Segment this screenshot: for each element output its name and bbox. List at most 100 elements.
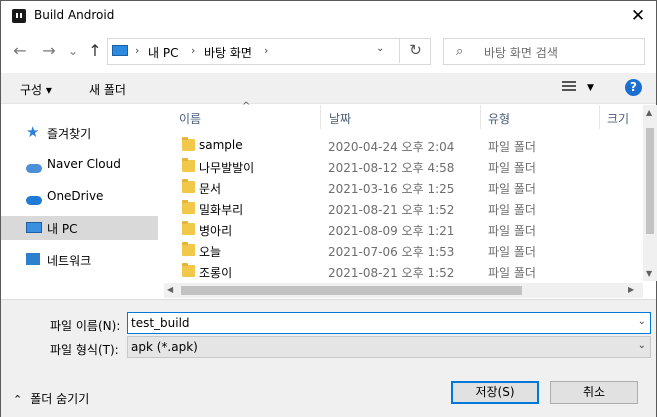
file-date: 2020-04-24 오후 2:04 <box>328 140 455 154</box>
file-row[interactable]: sample 2020-04-24 오후 2:04 파일 폴더 <box>164 135 643 156</box>
column-header-type[interactable]: 유형 <box>488 110 510 127</box>
file-date: 2021-03-16 오후 1:25 <box>328 182 455 196</box>
unity-app-icon <box>12 9 26 23</box>
filename-value: test_build <box>131 316 190 330</box>
chevron-down-icon[interactable]: ⌄ <box>638 340 646 351</box>
file-name: 문서 <box>199 182 222 196</box>
hide-folders-label: 폴더 숨기기 <box>30 392 90 406</box>
file-name: sample <box>199 138 243 152</box>
filetype-select[interactable]: apk (*.apk) ⌄ <box>127 336 651 358</box>
view-options-icon[interactable] <box>562 81 576 93</box>
view-dropdown-icon[interactable]: ▼ <box>587 83 594 93</box>
file-type: 파일 폴더 <box>488 203 536 217</box>
folder-icon <box>182 263 195 277</box>
scroll-right-arrow-icon[interactable]: ▶ <box>628 285 634 294</box>
forward-button[interactable]: → <box>39 41 59 61</box>
column-header-name[interactable]: 이름 <box>179 110 201 127</box>
window-title: Build Android <box>34 8 115 22</box>
back-button[interactable]: ← <box>10 41 30 61</box>
file-name: 조롱이 <box>199 266 233 280</box>
search-input[interactable]: ⌕ 바탕 화면 검색 <box>443 38 645 65</box>
folder-icon <box>182 137 195 151</box>
navigation-pane: ★ 즐겨찾기 Naver Cloud OneDrive 내 PC 네트워크 <box>1 105 158 298</box>
filetype-value: apk (*.apk) <box>131 340 198 354</box>
folder-icon <box>182 179 195 193</box>
file-row[interactable]: 오늘 2021-07-06 오후 1:53 파일 폴더 <box>164 240 643 261</box>
recent-locations-button[interactable]: ⌄ <box>63 41 83 61</box>
folder-icon <box>182 158 195 172</box>
save-dialog: Build Android ✕ ← → ⌄ ↑ › 내 PC › 바탕 화면 ›… <box>0 0 657 417</box>
file-type: 파일 폴더 <box>488 266 536 280</box>
close-button[interactable]: ✕ <box>623 2 653 30</box>
toolbar: 구성 ▾ 새 폴더 ▼ ? <box>1 73 656 104</box>
file-row[interactable]: 밀화부리 2021-08-21 오후 1:52 파일 폴더 <box>164 198 643 219</box>
sort-ascending-icon: ^ <box>242 101 251 112</box>
column-header-date[interactable]: 날짜 <box>329 110 351 127</box>
chevron-down-icon[interactable]: ⌄ <box>376 43 384 54</box>
file-row[interactable]: 문서 2021-03-16 오후 1:25 파일 폴더 <box>164 177 643 198</box>
organize-button[interactable]: 구성 ▾ <box>20 81 52 98</box>
sidebar-item-onedrive[interactable]: OneDrive <box>1 185 158 209</box>
column-header-row: ^ 이름 날짜 유형 크기 <box>164 101 643 129</box>
pc-icon <box>112 45 128 56</box>
help-icon[interactable]: ? <box>625 79 642 96</box>
file-row[interactable]: 병아리 2021-08-09 오후 1:21 파일 폴더 <box>164 219 643 240</box>
vertical-scroll-thumb[interactable] <box>646 128 654 234</box>
chevron-right-icon: › <box>264 44 269 57</box>
file-name: 병아리 <box>199 224 233 238</box>
sidebar-item-network[interactable]: 네트워크 <box>1 248 158 272</box>
file-list: ^ 이름 날짜 유형 크기 sample 2020-04-24 오후 2:04 파일… <box>164 101 643 298</box>
sidebar-item-label: Naver Cloud <box>47 157 121 171</box>
chevron-up-icon: ⌃ <box>13 393 23 406</box>
sidebar-item-label: 내 PC <box>47 222 78 236</box>
refresh-button[interactable]: ↻ <box>399 38 431 63</box>
title-bar: Build Android ✕ <box>1 1 656 32</box>
filetype-label: 파일 형식(T): <box>50 343 119 357</box>
scroll-up-arrow-icon[interactable]: ▲ <box>646 108 652 117</box>
breadcrumb-my-pc[interactable]: 내 PC <box>148 44 178 61</box>
sidebar-item-label: OneDrive <box>47 189 104 203</box>
file-date: 2021-07-06 오후 1:53 <box>328 245 455 259</box>
filename-input[interactable]: test_build ⌄ <box>127 312 651 334</box>
file-row[interactable]: 조롱이 2021-08-21 오후 1:52 파일 폴더 <box>164 261 643 282</box>
file-name: 밀화부리 <box>199 203 244 217</box>
chevron-right-icon: › <box>191 44 196 57</box>
sidebar-item-label: 네트워크 <box>47 254 92 268</box>
breadcrumb-desktop[interactable]: 바탕 화면 <box>204 44 252 61</box>
file-date: 2021-08-09 오후 1:21 <box>328 224 455 238</box>
folder-icon <box>182 200 195 214</box>
new-folder-button[interactable]: 새 폴더 <box>89 81 126 98</box>
network-icon <box>26 252 41 267</box>
address-bar[interactable]: › 내 PC › 바탕 화면 › ⌄ ↻ <box>107 38 431 65</box>
naver-cloud-icon <box>26 157 42 173</box>
folder-icon <box>182 221 195 235</box>
search-icon: ⌕ <box>456 44 464 59</box>
sidebar-item-my-pc[interactable]: 내 PC <box>1 216 158 240</box>
sidebar-item-favorites[interactable]: ★ 즐겨찾기 <box>1 121 158 145</box>
chevron-right-icon: › <box>135 44 140 57</box>
file-name: 나무발발이 <box>199 161 255 175</box>
sidebar-item-naver-cloud[interactable]: Naver Cloud <box>1 153 158 177</box>
file-type: 파일 폴더 <box>488 161 536 175</box>
file-row[interactable]: 나무발발이 2021-08-12 오후 4:58 파일 폴더 <box>164 156 643 177</box>
file-type: 파일 폴더 <box>488 182 536 196</box>
scroll-down-arrow-icon[interactable]: ▼ <box>646 269 652 278</box>
sidebar-item-label: 즐겨찾기 <box>47 127 92 141</box>
onedrive-cloud-icon <box>26 189 42 205</box>
column-header-size[interactable]: 크기 <box>607 110 629 127</box>
pc-icon <box>26 220 42 235</box>
up-button[interactable]: ↑ <box>85 41 105 61</box>
file-type: 파일 폴더 <box>488 140 536 154</box>
folder-icon <box>182 242 195 256</box>
hide-folders-toggle[interactable]: ⌃ 폴더 숨기기 <box>13 390 89 407</box>
cancel-button[interactable]: 취소 <box>550 381 638 404</box>
horizontal-scroll-thumb[interactable] <box>181 286 522 295</box>
save-button[interactable]: 저장(S) <box>451 381 539 404</box>
file-date: 2021-08-21 오후 1:52 <box>328 266 455 280</box>
star-icon: ★ <box>26 123 40 141</box>
scroll-left-arrow-icon[interactable]: ◀ <box>167 285 173 294</box>
chevron-down-icon[interactable]: ⌄ <box>638 316 646 327</box>
search-placeholder: 바탕 화면 검색 <box>484 46 558 60</box>
filename-label: 파일 이름(N): <box>50 319 121 333</box>
file-type: 파일 폴더 <box>488 245 536 259</box>
